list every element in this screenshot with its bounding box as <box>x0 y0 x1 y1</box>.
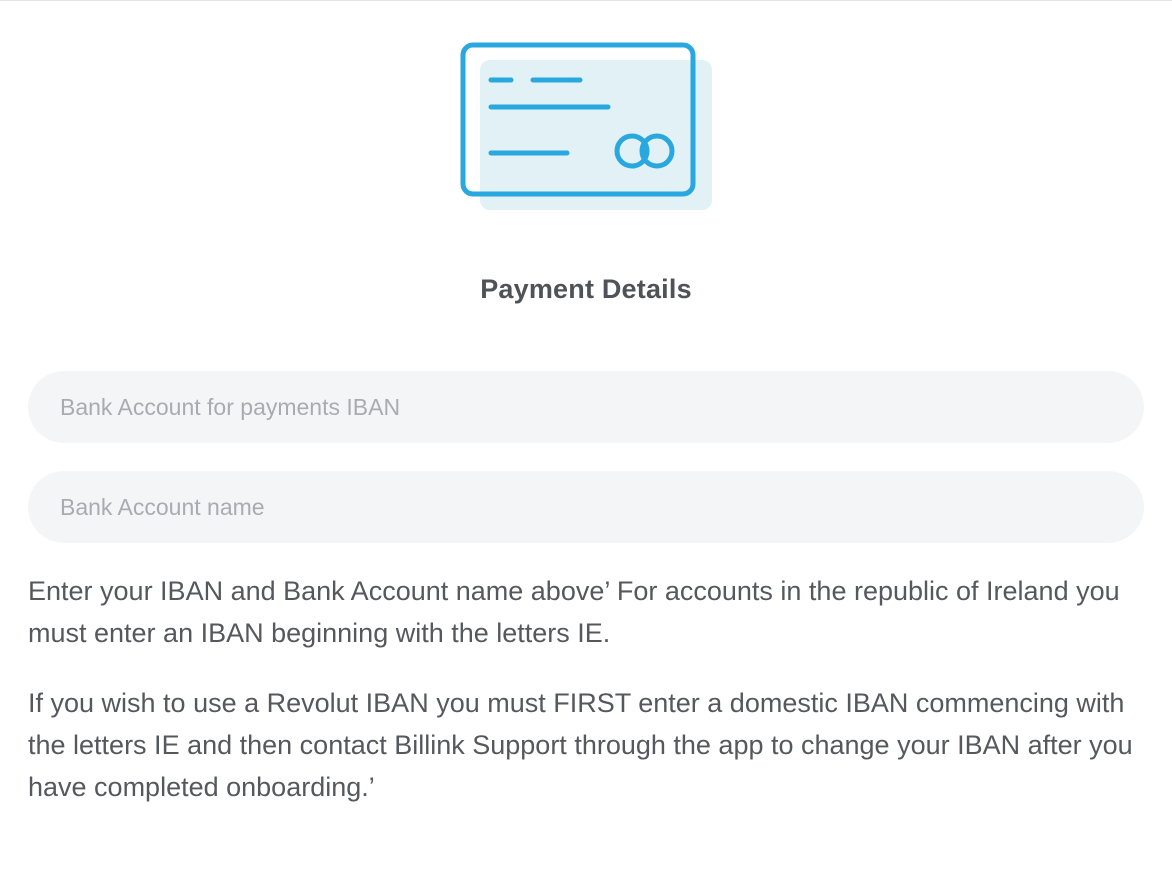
credit-card-icon <box>460 42 712 210</box>
revolut-instructions-text: If you wish to use a Revolut IBAN you mu… <box>28 688 1133 802</box>
page-title: Payment Details <box>480 274 692 304</box>
top-divider <box>0 0 1172 1</box>
iban-input[interactable] <box>28 371 1144 443</box>
iban-instructions-text: Enter your IBAN and Bank Account name ab… <box>28 576 1120 648</box>
card-shadow <box>480 60 712 210</box>
account-name-input[interactable] <box>28 471 1144 543</box>
